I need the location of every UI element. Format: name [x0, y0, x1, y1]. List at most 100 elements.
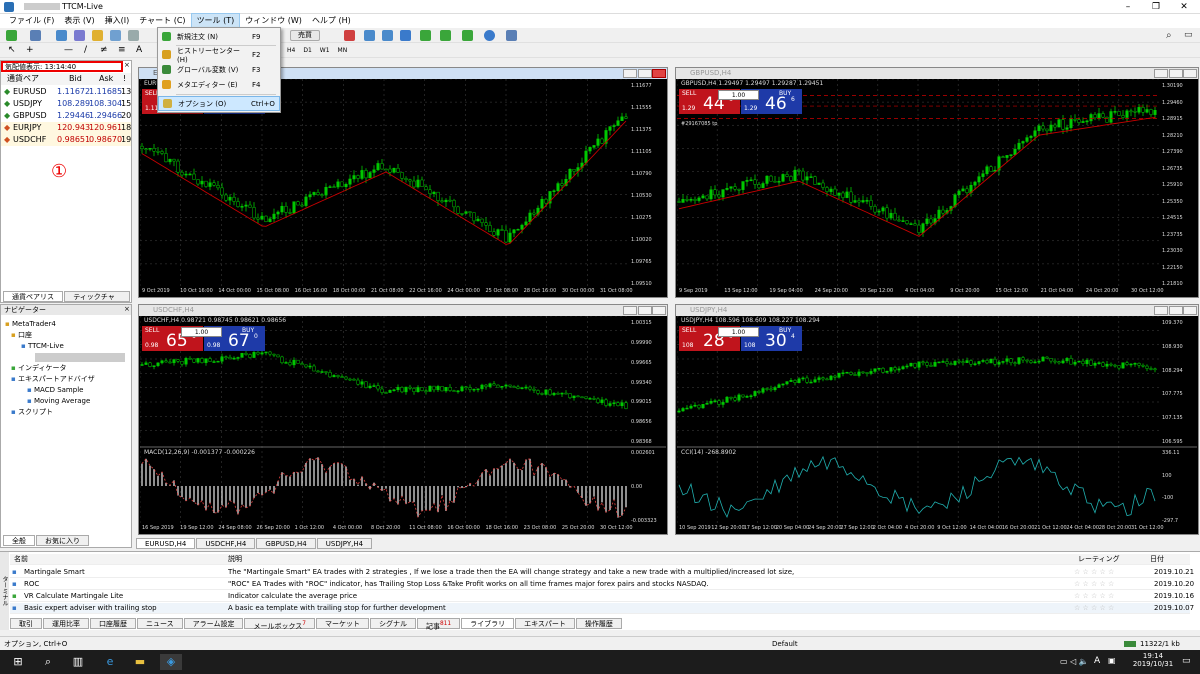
close-icon[interactable]	[1183, 306, 1197, 315]
terminal-tab-5[interactable]: メールボックス7	[244, 618, 315, 630]
navigator-icon[interactable]	[92, 30, 103, 41]
minimize-icon[interactable]	[1154, 306, 1168, 315]
tile-windows-icon[interactable]	[400, 30, 411, 41]
templates-icon[interactable]	[506, 30, 517, 41]
search-icon[interactable]: ⌕	[40, 654, 56, 670]
library-row[interactable]: ▪ ROC "ROC" EA Trades with "ROC" indicator…	[10, 579, 1194, 590]
tab-general[interactable]: 全般	[3, 535, 35, 546]
column-ask[interactable]: Ask	[99, 73, 113, 85]
market-watch-row[interactable]: ◆ EURJPY 120.943 120.961 18	[1, 122, 131, 134]
chart-shift-icon[interactable]	[440, 30, 451, 41]
tray-icons[interactable]: ▭ ◁ 🔈	[1060, 657, 1089, 666]
chart-window-usdchf[interactable]: USDCHF,H4 USDCHF,H4 0.98721 0.98745 0.986…	[138, 304, 668, 535]
market-watch-row[interactable]: ◆ USDJPY 108.289 108.304 15	[1, 98, 131, 110]
chart-plot[interactable]: USDCHF,H4 0.98721 0.98745 0.98621 0.9865…	[140, 316, 666, 533]
market-watch-row[interactable]: ◆ EURUSD 1.11672 1.11685 13	[1, 86, 131, 98]
terminal-tab-4[interactable]: アラーム設定	[183, 618, 244, 629]
nav-accounts[interactable]: ▪ 口座	[5, 330, 125, 341]
column-name[interactable]: 名前	[14, 554, 28, 565]
menu-item-global-variables[interactable]: グローバル変数 (V) F3	[158, 62, 280, 77]
notification-icon[interactable]: ▭	[1182, 656, 1191, 666]
minimize-icon[interactable]	[1154, 69, 1168, 78]
explorer-icon[interactable]: ▬	[132, 654, 148, 670]
ime-indicator[interactable]: A	[1094, 656, 1100, 666]
menu-file[interactable]: ファイル (F)	[4, 14, 59, 28]
column-bid[interactable]: Bid	[69, 73, 82, 85]
terminal-tab-3[interactable]: ニュース	[137, 618, 183, 629]
tab-tick-chart[interactable]: ティックチャート	[64, 291, 130, 312]
nav-indicators[interactable]: ▪ インディケータ	[5, 363, 125, 374]
nav-scripts[interactable]: ▪ スクリプト	[5, 407, 125, 418]
fibonacci-icon[interactable]: ≡	[118, 45, 129, 56]
maximize-icon[interactable]	[638, 306, 652, 315]
timeframe-w1[interactable]: W1	[320, 46, 330, 56]
bar-chart-icon[interactable]	[344, 30, 355, 41]
profiles-icon[interactable]	[30, 30, 41, 41]
tab-symbols[interactable]: 通貨ペアリスト	[3, 291, 64, 312]
menu-item-meta-editor[interactable]: メタエディター (E) F4	[158, 77, 280, 92]
chart-tab-usdjpy[interactable]: USDJPY,H4	[316, 538, 373, 549]
menu-view[interactable]: 表示 (V)	[59, 14, 99, 28]
text-tool-icon[interactable]: A	[136, 45, 147, 56]
metatrader-icon[interactable]: ◈	[160, 654, 182, 670]
restore-icon[interactable]: ❐	[1142, 0, 1170, 14]
task-view-icon[interactable]: ▥	[70, 654, 86, 670]
cursor-icon[interactable]: ↖	[8, 45, 19, 56]
close-icon[interactable]	[652, 306, 666, 315]
ime-icon[interactable]: ▣	[1108, 656, 1116, 665]
terminal-tab-8[interactable]: 記事811	[416, 618, 461, 630]
scroll-end-icon[interactable]	[420, 30, 431, 41]
zoom-out-icon[interactable]	[382, 30, 393, 41]
terminal-tab-10[interactable]: エキスパート	[515, 618, 575, 629]
menu-window[interactable]: ウィンドウ (W)	[240, 14, 307, 28]
crosshair-icon[interactable]: +	[26, 45, 37, 56]
menu-item-options[interactable]: オプション (O) Ctrl+O	[158, 96, 280, 111]
chart-tab-eurusd[interactable]: EURUSD,H4	[136, 538, 196, 549]
nav-server[interactable]: ▪ TTCM-Live	[5, 341, 125, 352]
tab-favorites[interactable]: お気に入り	[36, 535, 89, 546]
timeframe-mn[interactable]: MN	[338, 46, 348, 56]
periods-icon[interactable]	[484, 30, 495, 41]
indicators-icon[interactable]	[462, 30, 473, 41]
search-icon[interactable]: ⌕	[1166, 30, 1177, 41]
edge-icon[interactable]: e	[102, 654, 118, 670]
nav-macd-sample[interactable]: ▪ MACD Sample	[5, 385, 125, 396]
minimize-icon[interactable]: –	[1114, 0, 1142, 14]
volume-input[interactable]: 1.00	[718, 327, 759, 337]
library-row[interactable]: ▪ VR Calculate Martingale Lite Indicator c…	[10, 591, 1194, 602]
menu-item-new-order[interactable]: 新規注文 (N) F9	[158, 29, 280, 44]
chart-plot[interactable]: USDJPY,H4 108.596 108.609 108.227 108.29…	[677, 316, 1197, 533]
minimize-icon[interactable]	[623, 306, 637, 315]
chart-window-gbpusd[interactable]: GBPUSD,H4 GBPUSD,H4 1.29497 1.29497 1.292…	[675, 67, 1199, 298]
chart-caption[interactable]: USDCHF,H4	[139, 305, 667, 316]
close-icon[interactable]: ✕	[1170, 0, 1198, 14]
menu-insert[interactable]: 挿入(I)	[100, 14, 135, 28]
terminal-tab-0[interactable]: 取引	[10, 618, 42, 629]
market-watch-row[interactable]: ◆ USDCHF 0.98651 0.98670 19	[1, 134, 131, 146]
library-row[interactable]: ▪ Martingale Smart The "Martingale Smart" …	[10, 567, 1194, 578]
menu-help[interactable]: ヘルプ (H)	[307, 14, 356, 28]
timeframe-h4[interactable]: H4	[287, 46, 295, 56]
menu-chart[interactable]: チャート (C)	[134, 14, 190, 28]
chart-plot[interactable]: GBPUSD,H4 1.29497 1.29497 1.29287 1.2945…	[677, 79, 1197, 296]
chart-tab-usdchf[interactable]: USDCHF,H4	[196, 538, 256, 549]
chart-caption[interactable]: USDJPY,H4	[676, 305, 1198, 316]
sell-button[interactable]: SELL	[145, 327, 159, 334]
column-rating[interactable]: レーティング	[1078, 554, 1120, 565]
close-icon[interactable]: ×	[124, 61, 130, 69]
volume-input[interactable]: 1.00	[718, 90, 759, 100]
clock[interactable]: 19:14 2019/10/31	[1132, 652, 1174, 668]
library-row[interactable]: ▪ Basic expert adviser with trailing stop…	[10, 603, 1194, 614]
nav-experts[interactable]: ▪ エキスパートアドバイザ	[5, 374, 125, 385]
menu-item-history-center[interactable]: ヒストリーセンター (H) F2	[158, 47, 280, 64]
column-description[interactable]: 説明	[228, 554, 242, 565]
nav-root[interactable]: ▪ MetaTrader4	[5, 319, 125, 330]
volume-input[interactable]: 1.00	[181, 327, 222, 337]
sell-button[interactable]: SELL	[682, 327, 696, 334]
maximize-icon[interactable]	[638, 69, 652, 78]
horizontal-line-icon[interactable]: —	[64, 45, 75, 56]
terminal-tab-7[interactable]: シグナル	[369, 618, 416, 629]
channel-icon[interactable]: ≠	[100, 45, 111, 56]
zoom-in-icon[interactable]	[364, 30, 375, 41]
terminal-tab-2[interactable]: 口座履歴	[90, 618, 136, 629]
